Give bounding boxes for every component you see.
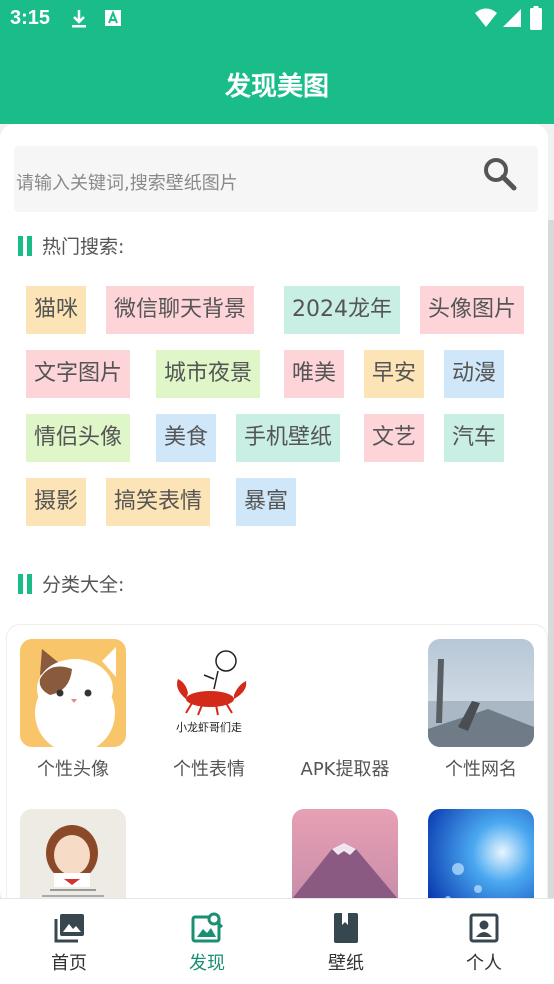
tag-item[interactable]: 唯美: [284, 350, 345, 398]
nav-label: 首页: [51, 953, 87, 974]
categories-label: 分类大全:: [42, 574, 125, 596]
nav-label: 壁纸: [328, 953, 364, 974]
sticker-caption: 小龙虾哥们走: [176, 720, 242, 734]
tag-item[interactable]: 动漫: [444, 350, 505, 398]
tag-item[interactable]: 微信聊天背景: [106, 286, 255, 334]
crayfish-sticker-icon: 小龙虾哥们走: [156, 639, 262, 747]
category-item[interactable]: [13, 809, 133, 898]
category-item[interactable]: 个性头像: [13, 639, 133, 781]
blue-sparkle-photo-icon: [428, 809, 534, 898]
search-input[interactable]: [14, 146, 474, 212]
bottom-navigation: 首页 发现 壁纸 个人: [0, 898, 554, 984]
nav-label: 个人: [466, 953, 502, 974]
status-bar: 3:15: [0, 0, 554, 38]
category-label: 个性表情: [173, 759, 245, 780]
signal-icon: [503, 9, 521, 27]
page-title: 发现美图: [224, 72, 329, 102]
category-item[interactable]: 个性网名: [421, 639, 541, 781]
hot-search-label: 热门搜索:: [42, 236, 125, 258]
download-icon: [72, 10, 86, 28]
search-icon[interactable]: [480, 154, 520, 194]
tag-item[interactable]: 情侣头像: [26, 414, 131, 462]
discover-content[interactable]: 热门搜索: 猫咪 微信聊天背景 2024龙年 头像图片 文字图片 城市夜景 唯美…: [0, 124, 554, 898]
tag-item[interactable]: 摄影: [26, 478, 87, 526]
app-bar: 发现美图: [0, 38, 554, 124]
account-box-icon: [469, 913, 499, 943]
seaside-photo-icon: [428, 639, 534, 747]
cartoon-cat-avatar-icon: [20, 639, 126, 747]
discover-panel: 热门搜索: 猫咪 微信聊天背景 2024龙年 头像图片 文字图片 城市夜景 唯美…: [0, 124, 548, 898]
category-item[interactable]: [421, 809, 541, 898]
tag-item[interactable]: 文艺: [364, 414, 425, 462]
wifi-icon: [475, 8, 497, 27]
category-item[interactable]: APK提取器: [285, 639, 405, 781]
tag-item[interactable]: 手机壁纸: [236, 414, 341, 462]
search-box[interactable]: [14, 146, 538, 212]
gallery-icon: [54, 914, 84, 943]
apk-extractor-thumb: [292, 639, 398, 747]
section-marker-icon: [18, 573, 32, 594]
section-marker-icon: [18, 235, 32, 256]
category-label: APK提取器: [300, 759, 390, 780]
category-thumb-empty: [156, 809, 262, 898]
notification-app-icon: [105, 10, 121, 26]
tag-item[interactable]: 2024龙年: [284, 286, 400, 334]
nav-label: 发现: [189, 953, 225, 974]
category-item[interactable]: [285, 809, 405, 898]
tag-item[interactable]: 早安: [364, 350, 425, 398]
category-item[interactable]: 小龙虾哥们走 个性表情: [149, 639, 269, 781]
girl-illustration-icon: [20, 809, 126, 898]
tag-item[interactable]: 文字图片: [26, 350, 131, 398]
tag-item[interactable]: 城市夜景: [156, 350, 261, 398]
category-item[interactable]: [149, 809, 269, 898]
tag-item[interactable]: 美食: [156, 414, 217, 462]
tag-item[interactable]: 猫咪: [26, 286, 87, 334]
categories-heading: 分类大全:: [18, 570, 124, 597]
tag-item[interactable]: 汽车: [444, 414, 505, 462]
nav-item-wallpaper[interactable]: 壁纸: [296, 911, 396, 975]
bookmark-book-icon: [334, 913, 358, 943]
status-time: 3:15: [10, 7, 51, 29]
tag-item[interactable]: 头像图片: [420, 286, 525, 334]
battery-icon: [530, 6, 542, 30]
tag-item[interactable]: 暴富: [236, 478, 297, 526]
nav-item-home[interactable]: 首页: [19, 911, 119, 975]
scrollbar[interactable]: [548, 220, 554, 898]
hot-search-heading: 热门搜索:: [18, 232, 124, 259]
category-label: 个性头像: [37, 759, 109, 780]
nav-item-profile[interactable]: 个人: [434, 911, 534, 975]
mountain-photo-icon: [292, 809, 398, 898]
tag-item[interactable]: 搞笑表情: [106, 478, 211, 526]
nav-item-discover[interactable]: 发现: [157, 911, 257, 975]
categories-grid: 个性头像 小龙虾哥们走 个性表情 APK提取器 个性网名: [6, 624, 548, 898]
image-search-icon: [191, 912, 224, 943]
category-label: 个性网名: [445, 759, 517, 780]
